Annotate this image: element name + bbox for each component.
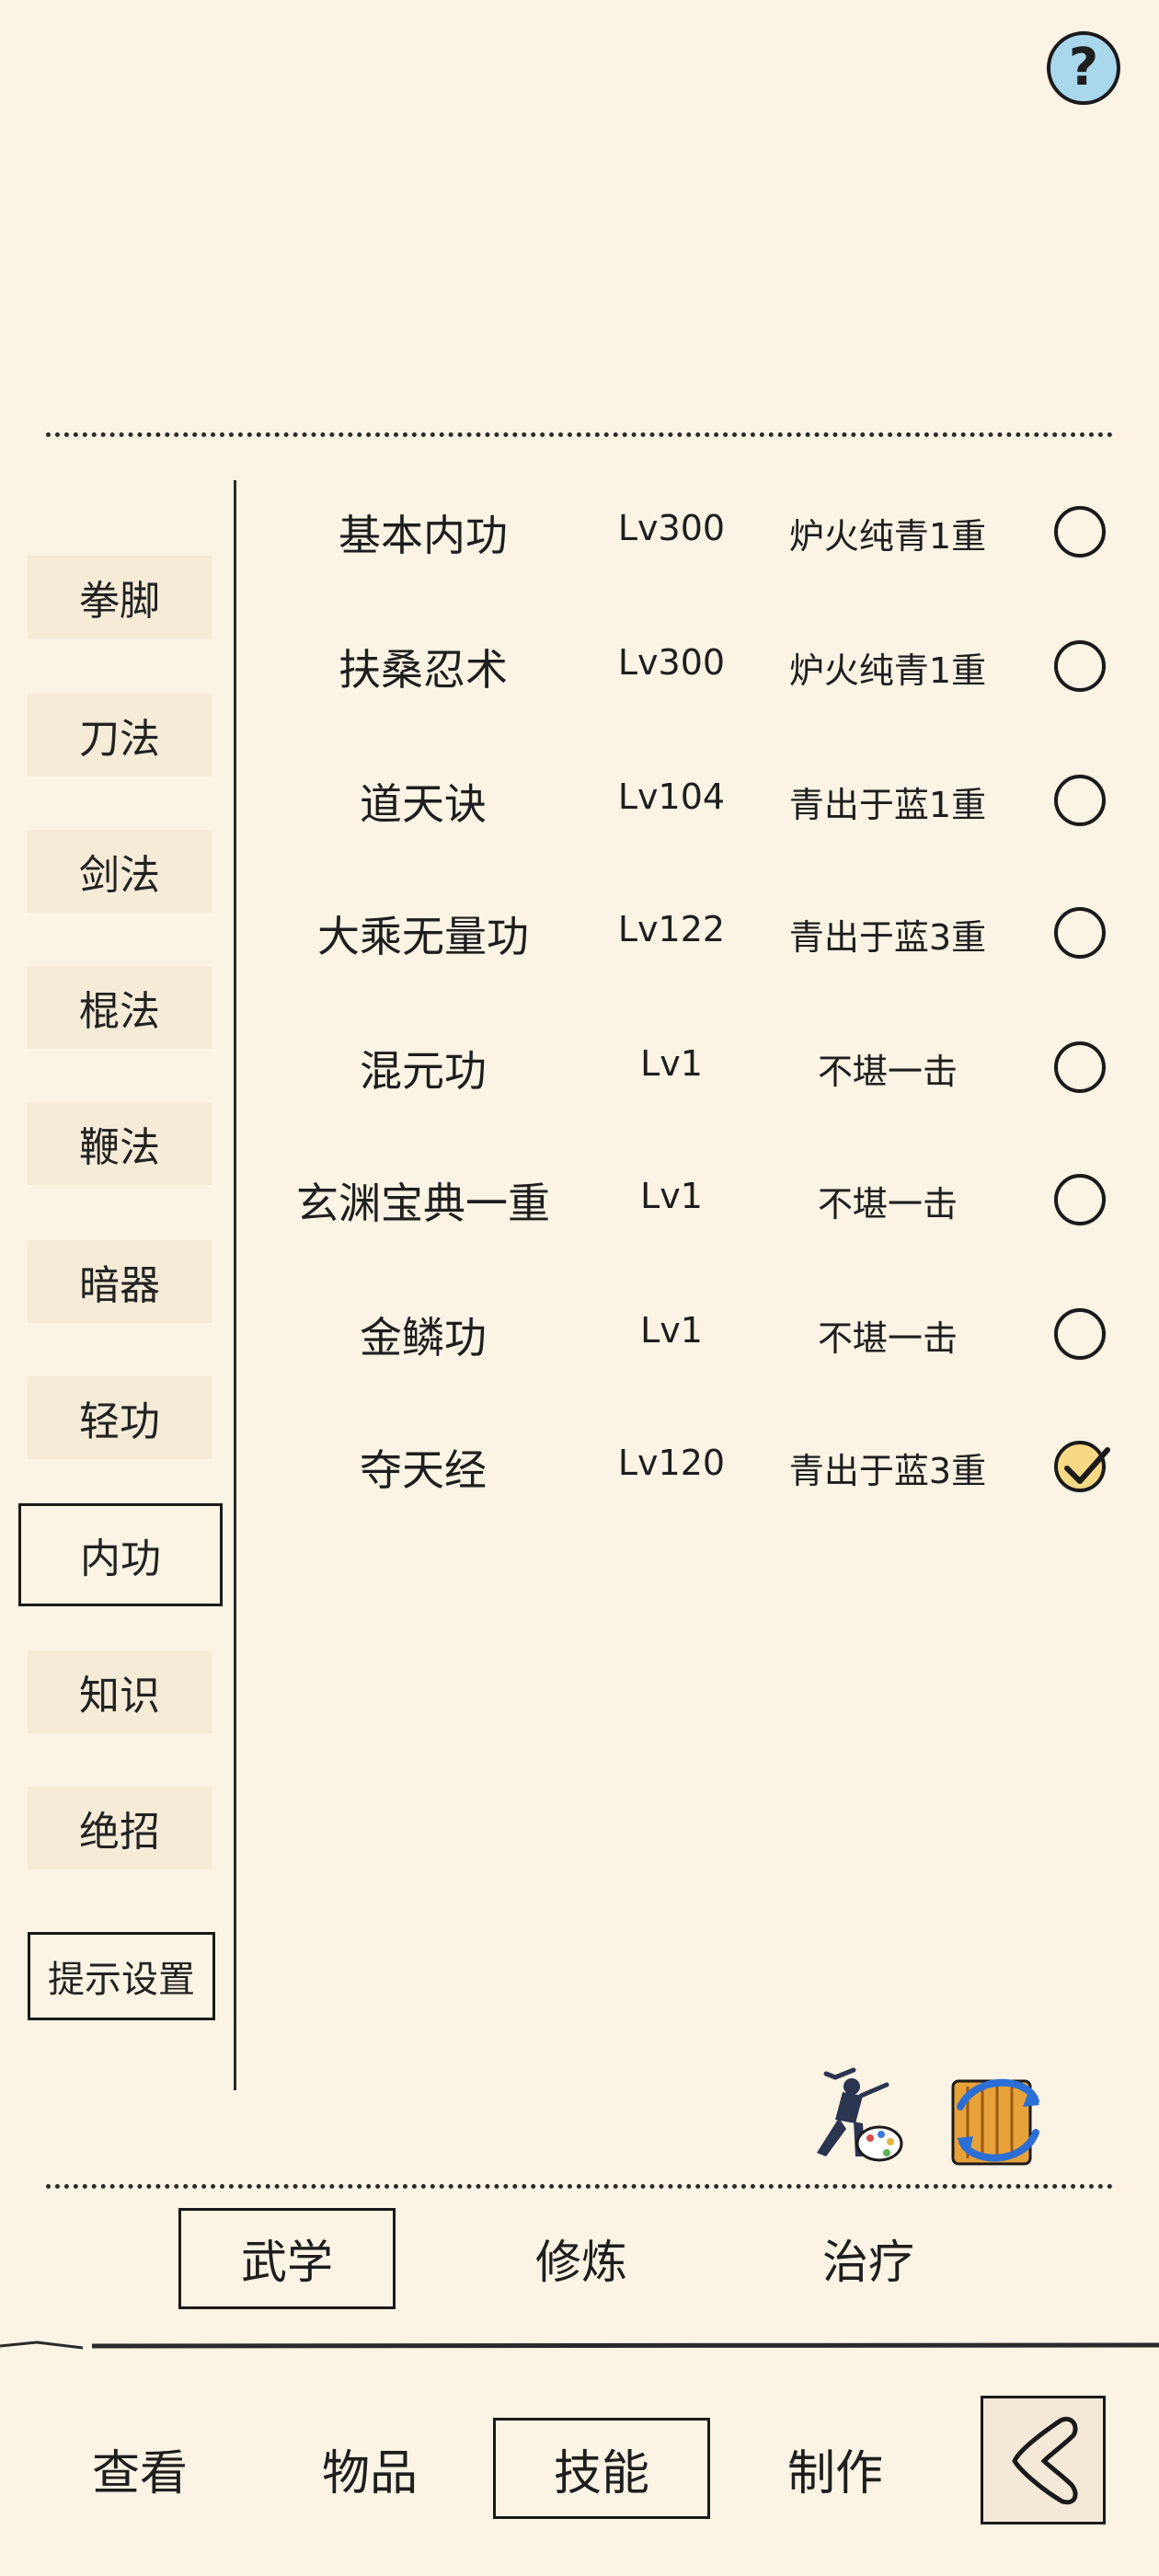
- sidebar-item-daofa[interactable]: 刀法: [28, 694, 212, 776]
- skill-select-radio[interactable]: [1054, 907, 1106, 959]
- skill-rank: 炉火纯青1重: [788, 650, 987, 691]
- tab-xiulian[interactable]: 修炼: [473, 2208, 690, 2309]
- sidebar-item-label: 拳脚: [79, 578, 160, 625]
- skill-level: Lv1: [640, 1043, 703, 1084]
- skill-name: 基本内功: [339, 511, 508, 560]
- skill-row[interactable]: 金鳞功 Lv1 不堪一击: [258, 1284, 1141, 1376]
- sidebar-item-jianfa[interactable]: 剑法: [28, 830, 212, 913]
- skill-level: Lv1: [640, 1310, 703, 1351]
- skill-level: Lv104: [617, 776, 726, 817]
- sidebar-item-label: 暗器: [79, 1262, 160, 1309]
- skill-name: 玄渊宝典一重: [296, 1179, 550, 1228]
- sidebar-separator: [234, 480, 236, 2090]
- skill-rank: 不堪一击: [817, 1184, 958, 1225]
- sidebar-item-label: 剑法: [79, 852, 160, 899]
- skill-row[interactable]: 玄渊宝典一重 Lv1 不堪一击: [258, 1150, 1141, 1242]
- skill-level: Lv122: [617, 909, 726, 949]
- top-divider: [46, 432, 1113, 437]
- skill-select-radio[interactable]: [1054, 1174, 1106, 1225]
- checkmark-icon: [1064, 1447, 1110, 1484]
- skill-row[interactable]: 扶桑忍术 Lv300 炉火纯青1重: [258, 616, 1141, 708]
- sidebar-item-label: 轻功: [79, 1398, 160, 1445]
- skill-level: Lv300: [617, 508, 726, 548]
- skill-name: 大乘无量功: [317, 912, 529, 961]
- skill-select-radio[interactable]: [1054, 1308, 1106, 1360]
- skill-row[interactable]: 混元功 Lv1 不堪一击: [258, 1018, 1141, 1110]
- skill-select-radio[interactable]: [1054, 1441, 1110, 1492]
- skill-level: Lv120: [617, 1443, 726, 1483]
- nav-wupin[interactable]: 物品: [261, 2418, 478, 2519]
- skill-name: 道天诀: [360, 779, 487, 829]
- skill-rank: 炉火纯青1重: [788, 516, 987, 557]
- skill-name: 金鳞功: [360, 1313, 487, 1363]
- back-arrow-icon: [1012, 2417, 1078, 2505]
- skill-select-radio[interactable]: [1054, 506, 1106, 558]
- sidebar-item-label: 绝招: [79, 1809, 160, 1856]
- sidebar-item-neigong[interactable]: 内功: [18, 1503, 223, 1606]
- skill-row[interactable]: 大乘无量功 Lv122 青出于蓝3重: [258, 883, 1141, 975]
- help-button[interactable]: ?: [1047, 31, 1120, 105]
- nav-zhizuo[interactable]: 制作: [727, 2418, 944, 2519]
- sidebar-item-label: 棍法: [79, 988, 160, 1035]
- sidebar-item-juezhao[interactable]: 绝招: [28, 1787, 212, 1869]
- tab-label: 修炼: [535, 2236, 627, 2289]
- tab-label: 武学: [241, 2236, 333, 2289]
- sidebar-item-gunfa[interactable]: 棍法: [28, 966, 212, 1049]
- nav-chakan[interactable]: 查看: [31, 2418, 248, 2519]
- sidebar-item-label: 刀法: [79, 716, 160, 763]
- skill-rank: 不堪一击: [817, 1318, 958, 1359]
- sidebar-item-qinggong[interactable]: 轻功: [28, 1376, 212, 1459]
- skill-rank: 青出于蓝3重: [788, 1451, 987, 1491]
- nav-label: 制作: [786, 2445, 883, 2501]
- nav-label: 物品: [321, 2445, 418, 2501]
- skill-name: 扶桑忍术: [339, 645, 508, 695]
- skill-row[interactable]: 基本内功 Lv300 炉火纯青1重: [258, 482, 1141, 574]
- skill-rank: 青出于蓝3重: [788, 917, 987, 958]
- nav-label: 查看: [91, 2445, 188, 2501]
- hint-settings-label: 提示设置: [48, 1959, 195, 2001]
- sidebar-item-anqi[interactable]: 暗器: [28, 1240, 212, 1323]
- skill-rank: 青出于蓝1重: [788, 785, 987, 825]
- question-mark-icon: ?: [1068, 38, 1099, 98]
- skill-select-radio[interactable]: [1054, 640, 1106, 692]
- scroll-refresh-icon[interactable]: [940, 2064, 1052, 2173]
- skill-level: Lv300: [617, 642, 726, 683]
- skill-name: 混元功: [360, 1046, 487, 1096]
- tab-wuxue[interactable]: 武学: [178, 2208, 396, 2309]
- brush-divider: [0, 2340, 1159, 2350]
- skill-select-radio[interactable]: [1054, 1041, 1106, 1093]
- martial-artist-palette-icon[interactable]: [798, 2064, 905, 2173]
- nav-jineng[interactable]: 技能: [493, 2418, 710, 2519]
- skill-select-radio[interactable]: [1054, 775, 1106, 826]
- sidebar-item-zhishi[interactable]: 知识: [28, 1650, 212, 1733]
- back-button[interactable]: [981, 2396, 1106, 2524]
- tab-label: 治疗: [822, 2236, 914, 2289]
- skill-row[interactable]: 夺天经 Lv120 青出于蓝3重: [258, 1417, 1141, 1509]
- sidebar-item-quanjiao[interactable]: 拳脚: [28, 556, 212, 638]
- sidebar-item-label: 鞭法: [79, 1124, 160, 1171]
- skill-row[interactable]: 道天诀 Lv104 青出于蓝1重: [258, 751, 1141, 843]
- skill-name: 夺天经: [360, 1445, 487, 1495]
- nav-label: 技能: [553, 2445, 649, 2501]
- hint-settings-button[interactable]: 提示设置: [28, 1932, 215, 2020]
- sidebar-item-label: 内功: [80, 1535, 161, 1582]
- skill-rank: 不堪一击: [817, 1052, 958, 1092]
- skill-level: Lv1: [640, 1176, 703, 1216]
- sidebar-item-bianfa[interactable]: 鞭法: [28, 1102, 212, 1185]
- bottom-divider: [46, 2184, 1113, 2189]
- tab-zhiliao[interactable]: 治疗: [760, 2208, 977, 2309]
- sidebar-item-label: 知识: [79, 1673, 160, 1719]
